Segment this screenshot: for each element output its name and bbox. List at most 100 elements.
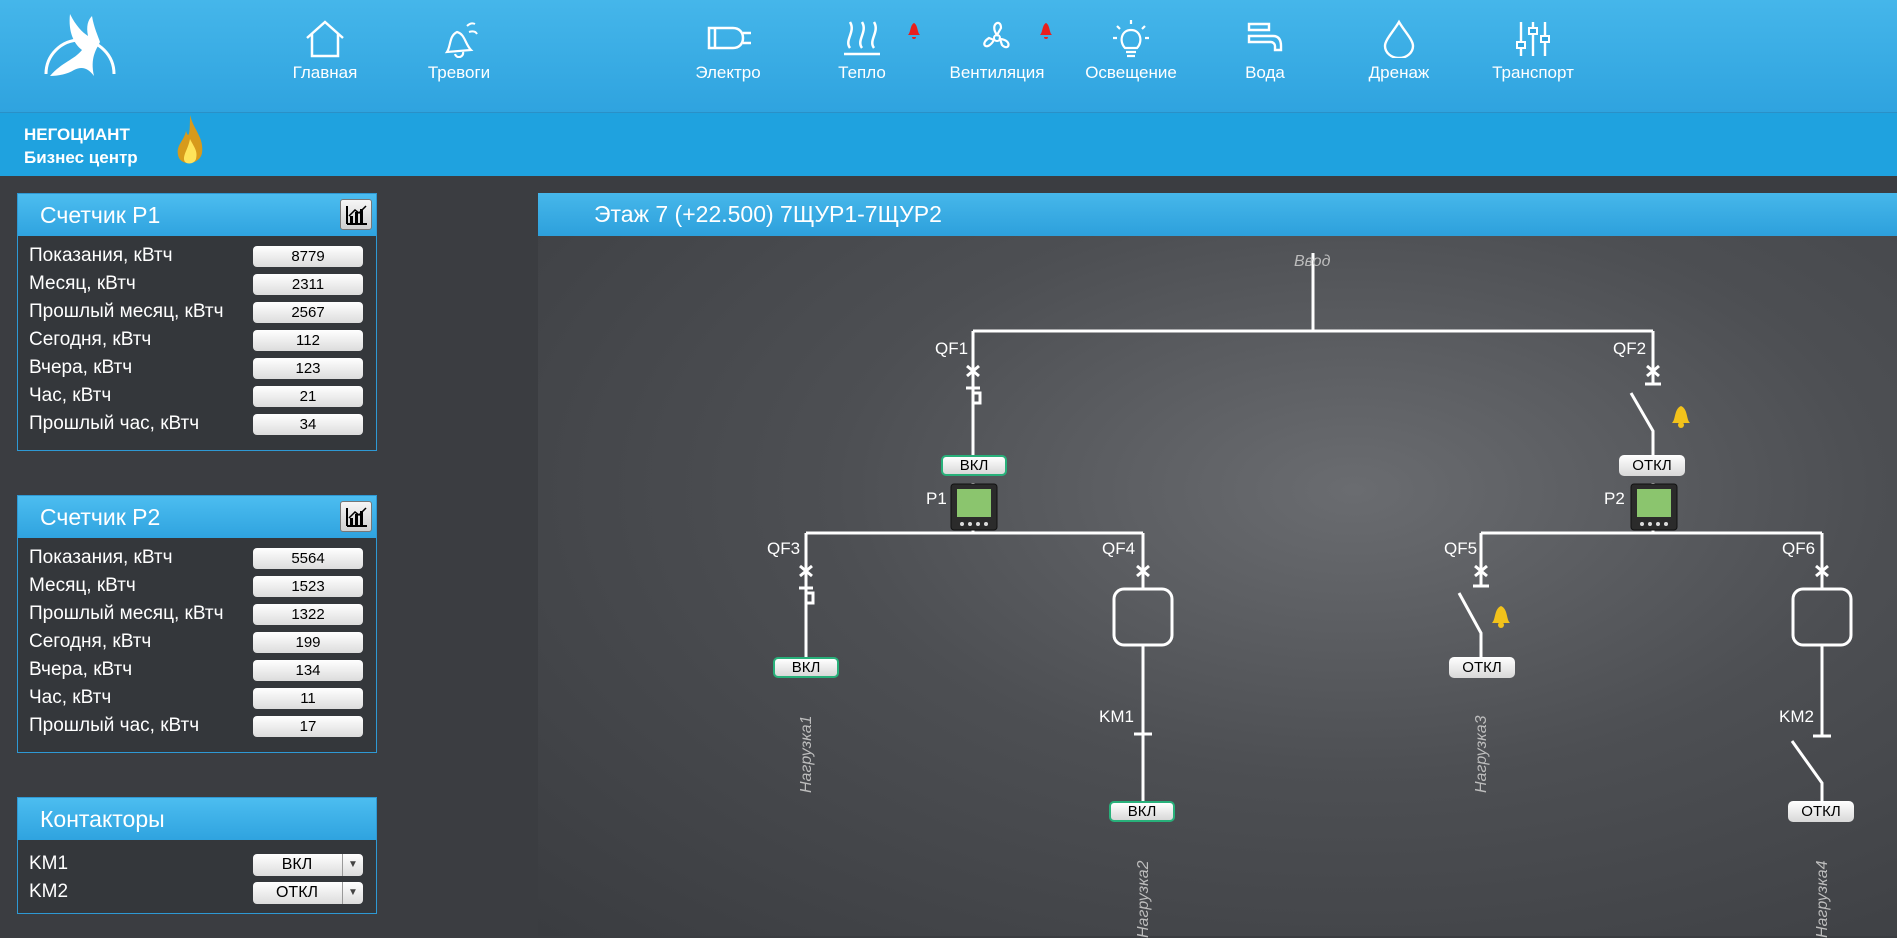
km2-state-button[interactable]: ОТКЛ [1788, 801, 1854, 822]
meter-p1-value: 34 [253, 414, 363, 435]
meter-p2-row: Прошлый месяц, кВтч1322 [18, 600, 376, 628]
faucet-icon [1243, 18, 1287, 58]
qf5-state-button[interactable]: ОТКЛ [1449, 657, 1515, 678]
bar-chart-icon [341, 502, 371, 531]
meter-p1-row: Прошлый месяц, кВтч2567 [18, 298, 376, 326]
nav-electro[interactable]: Электро [668, 18, 788, 98]
nav-home[interactable]: Главная [265, 18, 385, 98]
schema-title: Этаж 7 (+22.500) 7ЩУР1-7ЩУР2 [594, 201, 942, 227]
contactor-row: KM2 ОТКЛ▼ [18, 878, 376, 906]
meter-p1-row: Показания, кВтч 8779 [18, 242, 376, 270]
meter-p2-value: 134 [253, 660, 363, 681]
meter-p2-chart-button[interactable] [340, 501, 372, 532]
meter-p1-value: 123 [253, 358, 363, 379]
alarm-bell-icon [437, 18, 481, 58]
chevron-down-icon[interactable]: ▼ [342, 854, 363, 876]
top-navigation: Главная Тревоги Электро Тепло Вентиляция… [0, 0, 1897, 113]
meter-p1-label: Месяц, кВтч [29, 273, 136, 295]
meter-p1-value: 112 [253, 330, 363, 351]
drop-icon [1377, 18, 1421, 58]
meter-p1-row: Сегодня, кВтч 112 [18, 326, 376, 354]
brand-text: НЕГОЦИАНТ Бизнес центр [24, 123, 138, 169]
meter-p1-chart-button[interactable] [340, 199, 372, 230]
brand-bar: НЕГОЦИАНТ Бизнес центр [0, 113, 1897, 176]
qf1-state-button[interactable]: ВКЛ [941, 455, 1007, 476]
nav-alarms-label: Тревоги [399, 63, 519, 83]
qf5-alert-bell-icon [1488, 603, 1514, 629]
nav-transport-label: Транспорт [1473, 63, 1593, 83]
nav-lighting-label: Освещение [1071, 63, 1191, 83]
meter-p2-value: 5564 [253, 548, 363, 569]
meter-p2-label: Прошлый час, кВтч [29, 715, 199, 737]
km2-select[interactable]: ОТКЛ▼ [253, 882, 363, 904]
meter-p1-label: Сегодня, кВтч [29, 329, 151, 351]
brand-subtitle: Бизнес центр [24, 146, 138, 169]
qf5-label: QF5 [1444, 539, 1477, 559]
km1-select-value: ВКЛ [253, 854, 341, 876]
meter-p1-label: Показания, кВтч [29, 245, 173, 267]
km2-select-value: ОТКЛ [253, 882, 341, 904]
qf1-label: QF1 [935, 339, 968, 359]
meter-p2-label: Час, кВтч [29, 687, 111, 709]
nav-drainage[interactable]: Дренаж [1339, 18, 1459, 98]
nav-drainage-label: Дренаж [1339, 63, 1459, 83]
meter-p2-row: Показания, кВтч 5564 [18, 544, 376, 572]
input-label: Ввод [1294, 253, 1330, 271]
load-2-label: Нагрузка2 [1135, 861, 1153, 938]
contactor-label: KM2 [29, 881, 68, 903]
meter-p1-label: Прошлый месяц, кВтч [29, 301, 223, 323]
meter-p2-value: 1523 [253, 576, 363, 597]
home-icon [303, 18, 347, 58]
km1-select[interactable]: ВКЛ▼ [253, 854, 363, 876]
meter-p1-device-icon [950, 483, 998, 531]
meter-p1-row: Месяц, кВтч2311 [18, 270, 376, 298]
km2-label: KM2 [1779, 707, 1814, 727]
contactor-row: KM1 ВКЛ▼ [18, 850, 376, 878]
meter-p2-panel: Счетчик P2 Показания, кВтч 5564 Месяц, кВ… [17, 495, 377, 753]
qf2-label: QF2 [1613, 339, 1646, 359]
meter-p2-row: Сегодня, кВтч199 [18, 628, 376, 656]
km1-label: KM1 [1099, 707, 1134, 727]
nav-water[interactable]: Вода [1205, 18, 1325, 98]
meter-p1-value: 21 [253, 386, 363, 407]
nav-alarms[interactable]: Тревоги [399, 18, 519, 98]
nav-water-label: Вода [1205, 63, 1325, 83]
lightbulb-icon [1109, 18, 1153, 58]
chevron-down-icon[interactable]: ▼ [342, 882, 363, 904]
nav-heat[interactable]: Тепло [802, 18, 922, 98]
meter-p2-title: Счетчик P2 [40, 504, 160, 530]
meter-p2-device-icon [1630, 483, 1678, 531]
meter-p1-label: Вчера, кВтч [29, 357, 132, 379]
bar-chart-icon [341, 200, 371, 229]
qf3-state-button[interactable]: ВКЛ [773, 657, 839, 678]
p1-label: P1 [926, 489, 947, 509]
nav-transport[interactable]: Транспорт [1473, 18, 1593, 98]
contactor-label: KM1 [29, 853, 68, 875]
meter-p2-label: Показания, кВтч [29, 547, 173, 569]
p2-label: P2 [1604, 489, 1625, 509]
heat-alert-bell-icon [905, 20, 923, 40]
contactors-panel: Контакторы KM1 ВКЛ▼ KM2 ОТКЛ▼ [17, 797, 377, 914]
heat-icon [840, 18, 884, 58]
meter-p1-value: 8779 [253, 246, 363, 267]
nav-ventilation-label: Вентиляция [937, 63, 1057, 83]
meter-p1-label: Час, кВтч [29, 385, 111, 407]
meter-p1-row: Вчера, кВтч 123 [18, 354, 376, 382]
meter-p2-value: 1322 [253, 604, 363, 625]
meter-p2-value: 11 [253, 688, 363, 709]
single-line-diagram: Ввод QF1 QF2 P1 P2 QF3 QF4 QF5 QF6 KM1 K… [538, 193, 1897, 936]
meter-p2-row: Прошлый час, кВтч 17 [18, 712, 376, 740]
qf6-label: QF6 [1782, 539, 1815, 559]
schema-header: Этаж 7 (+22.500) 7ЩУР1-7ЩУР2 [538, 193, 1897, 236]
load-4-label: Нагрузка4 [1814, 861, 1832, 938]
meter-p2-label: Месяц, кВтч [29, 575, 136, 597]
brand-name: НЕГОЦИАНТ [24, 123, 138, 146]
flame-icon [172, 113, 208, 173]
qf2-state-button[interactable]: ОТКЛ [1619, 455, 1685, 476]
km1-state-button[interactable]: ВКЛ [1109, 801, 1175, 822]
meter-p2-value: 17 [253, 716, 363, 737]
meter-p2-label: Вчера, кВтч [29, 659, 132, 681]
nav-home-label: Главная [265, 63, 385, 83]
contactors-header: Контакторы [18, 798, 376, 840]
nav-lighting[interactable]: Освещение [1071, 18, 1191, 98]
